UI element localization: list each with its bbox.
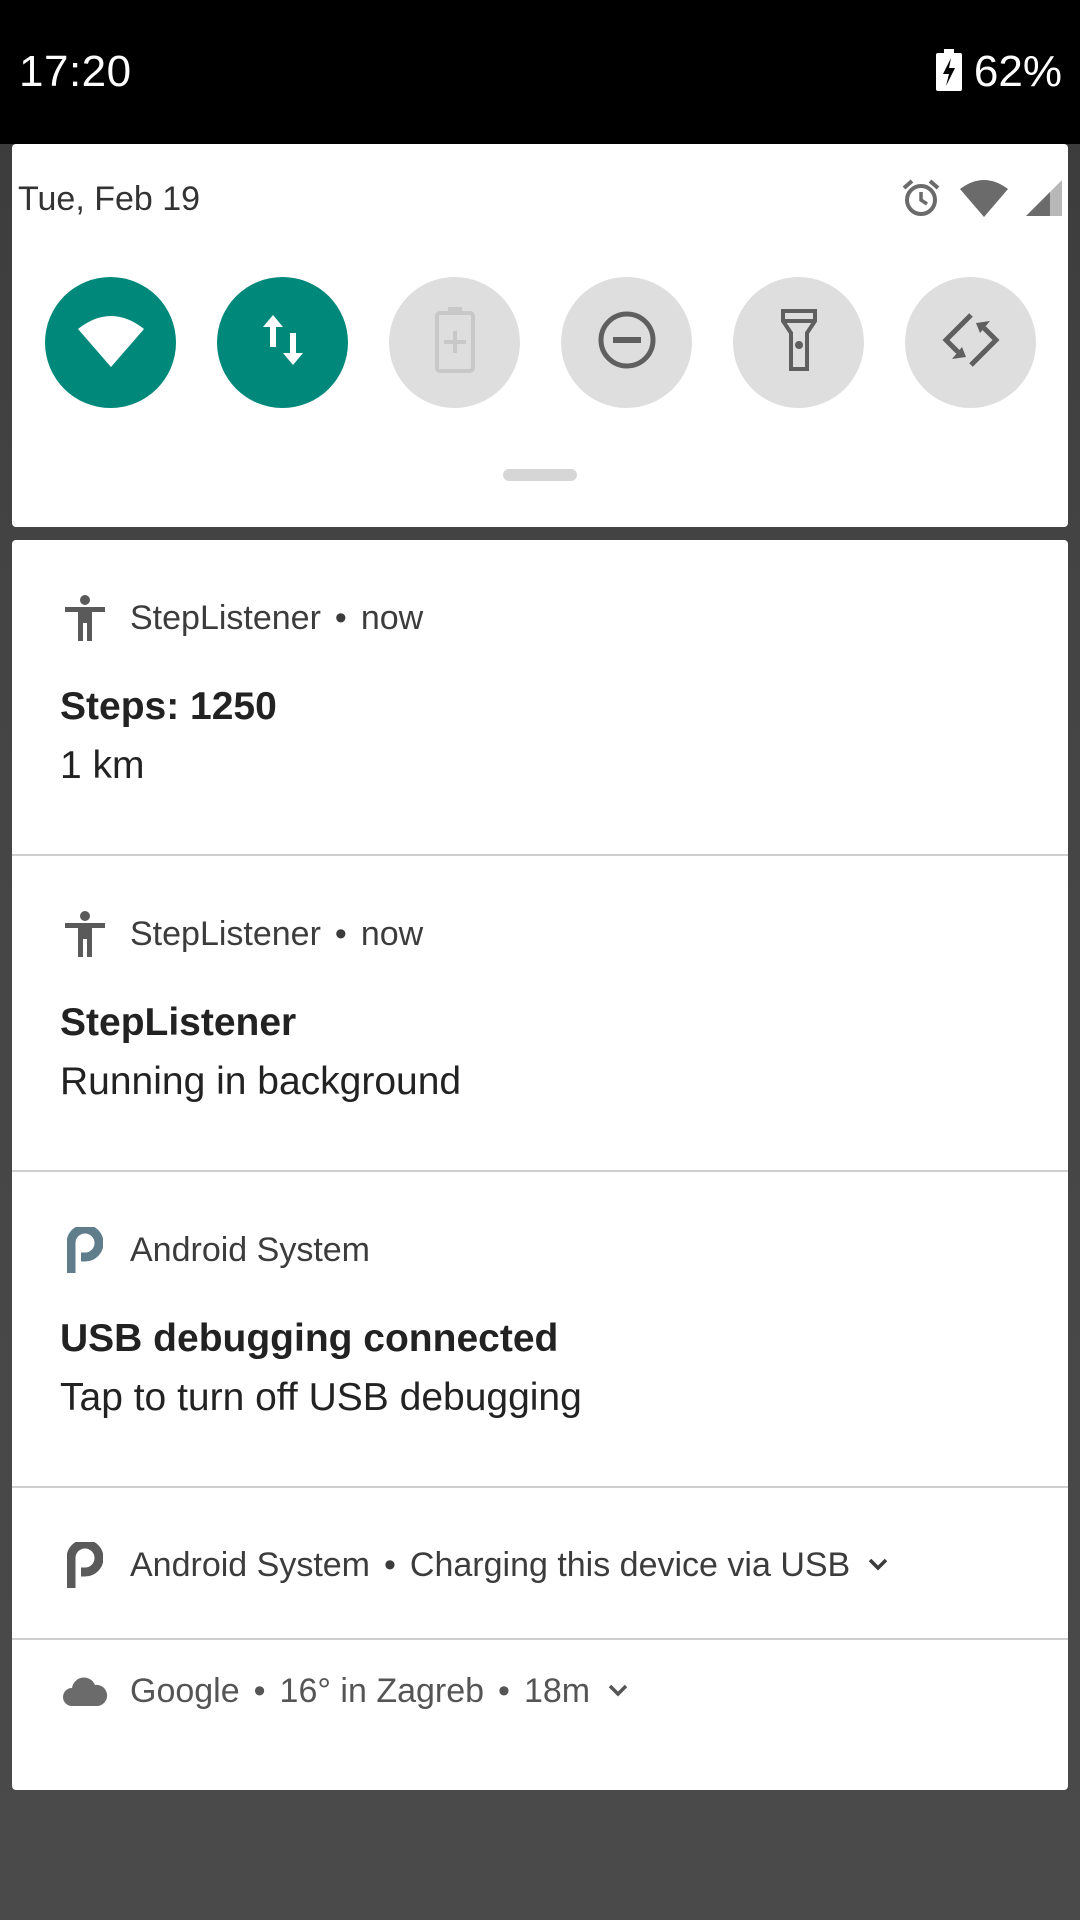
flashlight-icon <box>780 309 817 376</box>
notification-text: 1 km <box>60 744 145 787</box>
battery-saver-icon <box>434 307 475 378</box>
notification-usb-charging[interactable]: Android System • Charging this device vi… <box>12 1488 1068 1640</box>
notification-header: Android System • Charging this device vi… <box>62 1539 888 1591</box>
quick-settings-panel: Tue, Feb 19 <box>12 144 1068 527</box>
tile-mobile-data[interactable] <box>217 277 348 408</box>
tile-flashlight[interactable] <box>733 277 864 408</box>
tile-do-not-disturb[interactable] <box>561 277 692 408</box>
qs-status-icons <box>900 174 1062 226</box>
status-bar: 17:20 62% <box>0 0 1080 144</box>
notification-text: Running in background <box>60 1060 462 1103</box>
notification-header: Android System <box>62 1224 370 1276</box>
android-p-icon <box>62 1542 108 1588</box>
qs-tiles <box>45 277 1045 409</box>
notification-app-name: StepListener <box>130 914 321 953</box>
notification-app-name: Android System <box>130 1230 370 1269</box>
data-arrows-icon <box>261 313 305 372</box>
notification-steps[interactable]: StepListener • now Steps: 1250 1 km <box>12 540 1068 856</box>
notification-text: Tap to turn off USB debugging <box>60 1376 582 1419</box>
do-not-disturb-icon <box>597 310 657 375</box>
separator-dot: • <box>334 914 347 953</box>
status-time: 17:20 <box>19 47 132 96</box>
notification-title: Steps: 1250 <box>60 685 277 728</box>
chevron-down-icon[interactable] <box>868 1558 888 1572</box>
notification-weather[interactable]: Google • 16° in Zagreb • 18m <box>12 1640 1068 1790</box>
tile-battery-saver[interactable] <box>389 277 520 408</box>
tile-auto-rotate[interactable] <box>905 277 1036 408</box>
alarm-icon <box>900 177 942 224</box>
wifi-icon <box>960 179 1008 222</box>
notification-summary: 16° in Zagreb <box>279 1671 485 1710</box>
separator-dot: • <box>498 1671 510 1710</box>
auto-rotate-icon <box>940 309 1002 376</box>
separator-dot: • <box>334 598 347 637</box>
accessibility-person-icon <box>62 595 108 641</box>
notification-app-name: StepListener <box>130 598 321 637</box>
notification-app-name: Google <box>130 1671 240 1710</box>
qs-expand-handle[interactable] <box>503 469 577 481</box>
notification-running[interactable]: StepListener • now StepListener Running … <box>12 856 1068 1172</box>
android-p-icon <box>62 1227 108 1273</box>
notification-app-name: Android System <box>130 1545 370 1584</box>
notification-header: StepListener • now <box>62 592 423 644</box>
tile-wifi[interactable] <box>45 277 176 408</box>
chevron-down-icon[interactable] <box>608 1684 628 1698</box>
qs-date[interactable]: Tue, Feb 19 <box>18 178 200 220</box>
accessibility-person-icon <box>62 911 108 957</box>
notification-summary: Charging this device via USB <box>409 1545 851 1584</box>
notification-list: StepListener • now Steps: 1250 1 km Step… <box>12 540 1068 1790</box>
cloud-icon <box>62 1668 108 1714</box>
separator-dot: • <box>253 1671 266 1710</box>
cellular-signal-icon <box>1026 179 1062 221</box>
notification-title: StepListener <box>60 1001 297 1044</box>
notification-time: now <box>360 598 424 637</box>
notification-time: now <box>360 914 424 953</box>
battery-percent: 62% <box>973 47 1062 96</box>
status-right: 62% <box>935 46 1062 98</box>
notification-title: USB debugging connected <box>60 1317 559 1360</box>
separator-dot: • <box>384 1545 396 1584</box>
notification-time: 18m <box>523 1671 591 1710</box>
notification-header: Google • 16° in Zagreb • 18m <box>62 1665 628 1717</box>
wifi-icon <box>77 313 144 372</box>
battery-charging-icon <box>935 48 962 96</box>
notification-header: StepListener • now <box>62 908 423 960</box>
notification-usb-debugging[interactable]: Android System USB debugging connected T… <box>12 1172 1068 1488</box>
